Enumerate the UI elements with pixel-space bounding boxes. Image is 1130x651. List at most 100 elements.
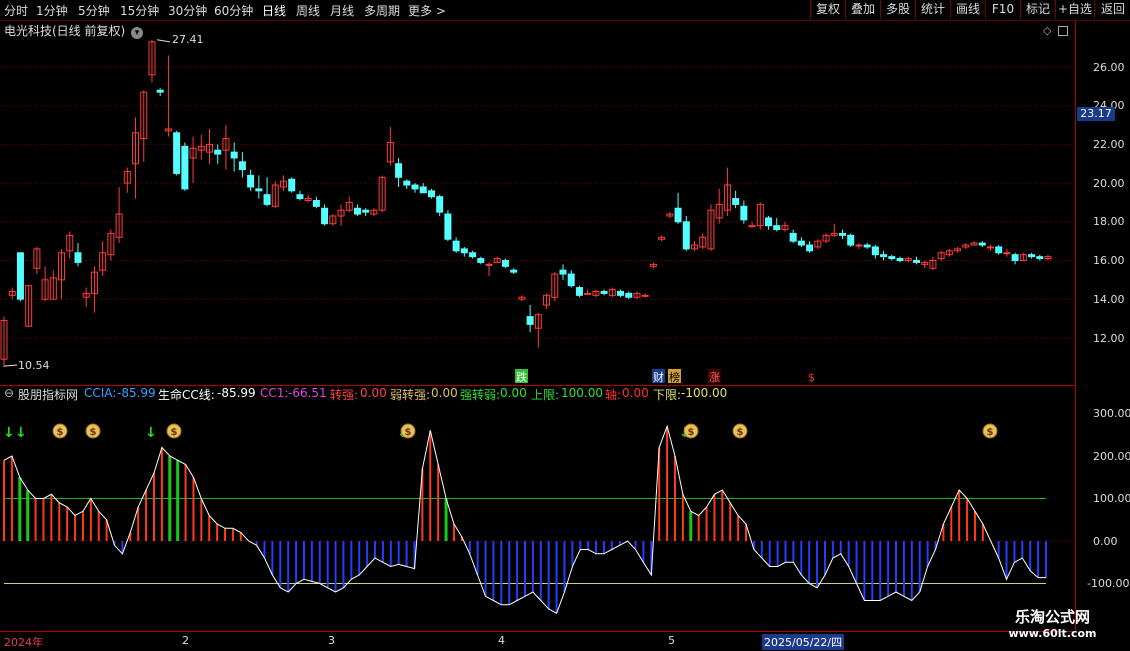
candle-down (156, 89, 164, 93)
candle-down (773, 225, 781, 231)
collapse-icon[interactable]: ⊖ (4, 386, 14, 400)
candlestick-chart[interactable]: 27.41 10.54 跌 财榜 涨 $ (0, 21, 1075, 385)
down-arrow-icon: ↓ (3, 425, 15, 441)
tab-1min[interactable]: 1分钟 (36, 2, 68, 19)
overlay-button[interactable]: 叠加 (845, 0, 880, 19)
draw-line-button[interactable]: 画线 (950, 0, 985, 19)
candle-down (460, 248, 468, 254)
candle-down (353, 207, 361, 215)
rzq-label: 弱转强: (390, 388, 431, 402)
sub-tick: 0.00 (1093, 535, 1118, 548)
money-bag-symbol: $ (171, 427, 178, 438)
candle-down (871, 246, 879, 256)
candle-down (1036, 256, 1044, 260)
candle-down (255, 188, 263, 192)
money-bag-symbol: $ (737, 427, 744, 438)
current-price-badge: 23.17 (1077, 107, 1115, 121)
candle-down (838, 232, 846, 236)
candle-down (296, 194, 304, 200)
stock-title: 电光科技(日线 前复权) ▾ (4, 22, 144, 39)
candle-down (806, 244, 814, 252)
candle-down (74, 252, 82, 263)
chevron-down-icon[interactable]: ▾ (131, 27, 144, 39)
candle-down (674, 207, 682, 223)
money-bag-symbol: $ (987, 427, 994, 438)
watermark-title: 乐淘公式网 (1014, 608, 1090, 626)
event-marker: 跌 (516, 370, 527, 384)
candle-down (978, 242, 986, 246)
candle-down (912, 260, 920, 263)
candle-down (501, 260, 509, 267)
tab-weekly[interactable]: 周线 (296, 2, 320, 19)
multi-stock-button[interactable]: 多股 (880, 0, 915, 19)
low-price-label: 10.54 (18, 359, 50, 372)
candle-down (765, 217, 773, 227)
qzr-value: 0.00 (500, 386, 527, 400)
candle-down (880, 254, 888, 258)
month-label: 4 (498, 634, 505, 647)
event-marker: $ (808, 371, 815, 384)
candle-down (230, 151, 238, 159)
candle-down (1011, 254, 1019, 262)
top-toolbar: 分时 1分钟 5分钟 15分钟 30分钟 60分钟 日线 周线 月线 多周期 更… (0, 0, 1130, 21)
watermark-logo: 乐淘公式网 www.60lt.com (990, 606, 1115, 650)
candle-down (732, 198, 740, 205)
axis-value: 0.00 (622, 386, 649, 400)
candle-down (452, 240, 460, 252)
up-value: 100.00 (561, 386, 603, 400)
tab-5min[interactable]: 5分钟 (78, 2, 110, 19)
statistics-button[interactable]: 统计 (915, 0, 950, 19)
tab-monthly[interactable]: 月线 (330, 2, 354, 19)
candle-down (797, 240, 805, 246)
indicator-chart[interactable]: ↓↓↓↓↓$$$$$$$ (0, 404, 1075, 630)
candle-down (247, 174, 255, 188)
price-tick: 26.00 (1093, 61, 1125, 74)
candle-down (263, 194, 271, 205)
candle-down (789, 232, 797, 242)
candle-up (855, 244, 863, 247)
zq-value: 0.00 (360, 386, 387, 400)
back-button[interactable]: 返回 (1094, 0, 1130, 19)
fuquan-button[interactable]: 复权 (810, 0, 845, 19)
down-value: -100.00 (681, 386, 728, 400)
tab-30min[interactable]: 30分钟 (168, 2, 207, 19)
candle-down (847, 234, 855, 246)
candle-down (312, 200, 320, 207)
tab-multi-period[interactable]: 多周期 (364, 2, 400, 19)
candle-down (740, 205, 748, 221)
candle-down (427, 190, 435, 198)
settings-square-icon[interactable] (1058, 26, 1068, 36)
diamond-icon[interactable]: ◇ (1043, 24, 1051, 37)
sub-tick: 200.00 (1093, 450, 1130, 463)
high-arrow (156, 39, 171, 43)
down-arrow-icon: ↓ (15, 425, 27, 441)
qzr-label: 强转弱: (460, 388, 501, 402)
candle-down (863, 244, 871, 248)
f10-button[interactable]: F10 (985, 0, 1020, 19)
candle-down (617, 290, 625, 296)
price-tick: 18.00 (1093, 215, 1125, 228)
tab-daily[interactable]: 日线 (262, 2, 286, 19)
candle-down (321, 207, 329, 225)
candle-down (559, 269, 567, 275)
money-bag-symbol: $ (57, 427, 64, 438)
stock-title-text: 电光科技(日线 前复权) (4, 24, 126, 38)
cc1-value: -66.51 (288, 386, 327, 400)
tab-60min[interactable]: 60分钟 (214, 2, 253, 19)
tab-fenshi[interactable]: 分时 (4, 2, 28, 19)
add-favorite-button[interactable]: +自选 (1055, 0, 1094, 19)
price-tick: 22.00 (1093, 138, 1125, 151)
candle-down (238, 161, 246, 171)
indicator-name[interactable]: 股朋指标网 (18, 386, 78, 403)
mark-button[interactable]: 标记 (1020, 0, 1055, 19)
candle-down (567, 273, 575, 287)
sub-tick: 100.00 (1093, 492, 1130, 505)
price-tick: 14.00 (1093, 293, 1125, 306)
candle-down (526, 316, 534, 325)
low-arrow (3, 364, 18, 367)
tab-15min[interactable]: 15分钟 (120, 2, 159, 19)
high-price-label: 27.41 (172, 33, 204, 46)
tab-more[interactable]: 更多 > (408, 2, 446, 19)
down-label: 下限: (653, 388, 682, 402)
candle-up (986, 246, 994, 249)
